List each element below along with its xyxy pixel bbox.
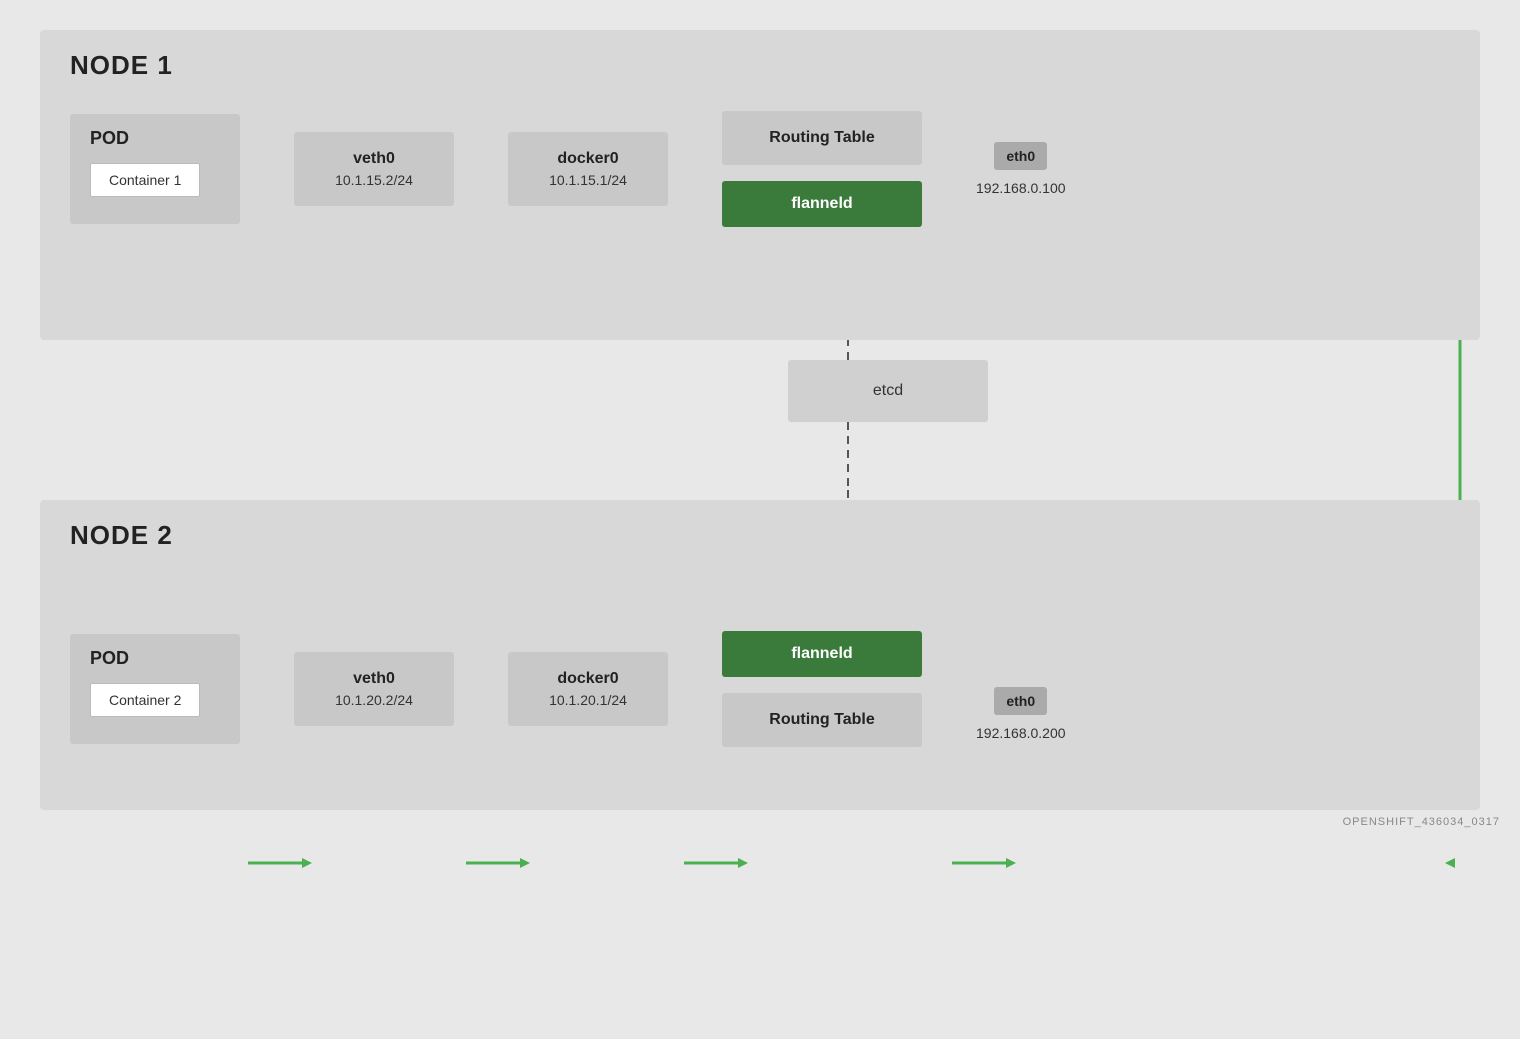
node2-pod-label: POD [90,648,129,669]
node2-veth0-box: veth0 10.1.20.2/24 [294,652,454,726]
node1-container: Container 1 [90,163,200,197]
etcd-box: etcd [788,360,988,422]
node1-routing-section: Routing Table flanneld [722,111,922,227]
node2-veth0-subtitle: 10.1.20.2/24 [308,692,440,708]
node2-veth0-title: veth0 [308,670,440,688]
etcd-label: etcd [873,382,903,399]
node2-docker0-title: docker0 [522,670,654,688]
node2-docker0-box: docker0 10.1.20.1/24 [508,652,668,726]
node2-flanneld-box: flanneld [722,631,922,677]
node1-docker0-box: docker0 10.1.15.1/24 [508,132,668,206]
node1-pod-box: POD Container 1 [70,114,240,224]
node1-box: NODE 1 POD Container 1 veth0 10.1.15.2/2… [40,30,1480,340]
node1-flanneld-label: flanneld [791,195,852,212]
node1-routing-table-box: Routing Table [722,111,922,165]
node2-routing-section: flanneld Routing Table [722,631,922,747]
node2-routing-table-label: Routing Table [736,711,908,729]
node2-docker0-subtitle: 10.1.20.1/24 [522,692,654,708]
node2-flanneld-label: flanneld [791,645,852,662]
node1-flanneld-box: flanneld [722,181,922,227]
node2-pod-box: POD Container 2 [70,634,240,744]
node1-veth0-title: veth0 [308,150,440,168]
node1-docker0-title: docker0 [522,150,654,168]
node2-label: NODE 2 [70,520,1450,551]
node1-routing-table-label: Routing Table [736,129,908,147]
node2-box: NODE 2 POD Container 2 veth0 10.1.20.2/2… [40,500,1480,810]
node1-label: NODE 1 [70,50,1450,81]
node2-eth0-section: eth0 192.168.0.200 [976,687,1066,741]
node1-veth0-subtitle: 10.1.15.2/24 [308,172,440,188]
node1-pod-label: POD [90,128,129,149]
node2-eth0-badge: eth0 [994,687,1047,715]
gap-section: etcd [40,340,1480,500]
node2-component-row: POD Container 2 veth0 10.1.20.2/24 docke… [70,631,1066,747]
node1-component-row: POD Container 1 veth0 10.1.15.2/24 docke… [70,111,1450,227]
node1-eth0-ip: 192.168.0.100 [976,180,1066,196]
node1-docker0-subtitle: 10.1.15.1/24 [522,172,654,188]
node2-routing-table-box: Routing Table [722,693,922,747]
node2-rows: POD Container 2 veth0 10.1.20.2/24 docke… [70,581,1450,747]
node1-eth0-badge: eth0 [994,142,1047,170]
node2-eth0-ip: 192.168.0.200 [976,725,1066,741]
node1-veth0-box: veth0 10.1.15.2/24 [294,132,454,206]
node1-eth0-section: eth0 192.168.0.100 [976,142,1066,196]
copyright: OPENSHIFT_436034_0317 [1343,816,1500,828]
node2-container: Container 2 [90,683,200,717]
